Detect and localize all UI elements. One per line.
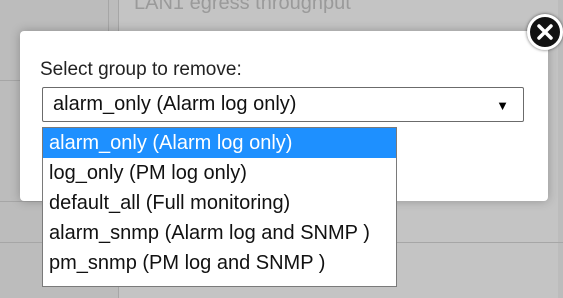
option-log-only[interactable]: log_only (PM log only): [43, 158, 396, 188]
background-divider: [0, 242, 42, 243]
triangle-down-icon: ▼: [496, 98, 509, 113]
close-icon: [537, 24, 553, 40]
background-divider: [397, 242, 563, 243]
option-alarm-snmp[interactable]: alarm_snmp (Alarm log and SNMP ): [43, 218, 396, 248]
group-options-list: alarm_only (Alarm log only) log_only (PM…: [42, 127, 397, 287]
option-pm-snmp[interactable]: pm_snmp (PM log and SNMP ): [43, 248, 396, 278]
group-select-value: alarm_only (Alarm log only): [53, 93, 297, 115]
dialog-prompt: Select group to remove:: [40, 59, 242, 80]
background-header-text: LAN1 egress throughput: [134, 0, 351, 14]
option-default-all[interactable]: default_all (Full monitoring): [43, 188, 396, 218]
background-divider: [108, 0, 109, 31]
group-select[interactable]: alarm_only (Alarm log only) ▼: [42, 87, 524, 122]
close-button[interactable]: [527, 14, 563, 50]
option-alarm-only[interactable]: alarm_only (Alarm log only): [43, 128, 396, 158]
background-divider: [0, 80, 20, 81]
background-divider: [0, 201, 42, 202]
